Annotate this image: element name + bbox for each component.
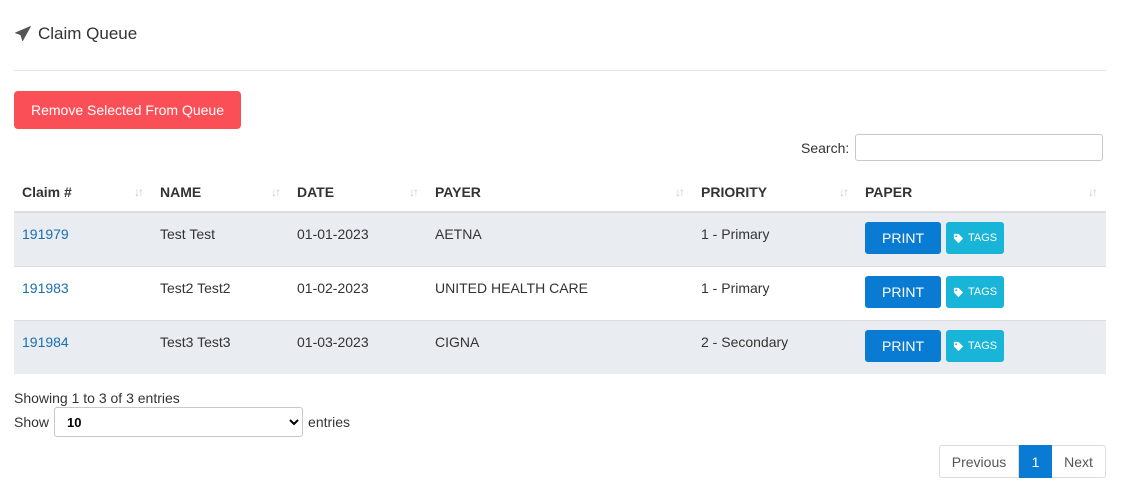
priority-cell: 1 - Primary [701, 280, 770, 296]
sort-icon: ↓↑ [134, 185, 144, 199]
sort-icon: ↓↑ [409, 185, 419, 199]
entries-label: entries [308, 414, 351, 430]
column-header-paper[interactable]: PAPER ↓↑ [857, 173, 1106, 213]
header-divider [14, 70, 1106, 71]
previous-page-button[interactable]: Previous [939, 445, 1019, 478]
search-label: Search: [801, 139, 850, 156]
column-header-name[interactable]: NAME ↓↑ [152, 173, 289, 213]
search-input[interactable] [855, 134, 1104, 161]
tags-button[interactable]: TAGS [946, 330, 1005, 362]
tags-button[interactable]: TAGS [946, 276, 1005, 308]
tag-icon [953, 341, 964, 351]
payer-cell: CIGNA [435, 334, 480, 350]
print-button[interactable]: PRINT [865, 276, 941, 308]
sort-icon: ↓↑ [1088, 185, 1098, 199]
column-header-priority[interactable]: PRIORITY ↓↑ [693, 173, 857, 213]
table-info: Showing 1 to 3 of 3 entries [14, 390, 180, 406]
column-header-payer[interactable]: PAYER ↓↑ [427, 173, 693, 213]
date-cell: 01-03-2023 [297, 334, 369, 350]
column-header-claim[interactable]: Claim # ↓↑ [14, 173, 152, 213]
payer-cell: AETNA [435, 226, 482, 242]
priority-cell: 1 - Primary [701, 226, 770, 242]
page-title: Claim Queue [38, 24, 138, 43]
name-cell: Test3 Test3 [160, 334, 231, 350]
table-row[interactable]: 191983 Test2 Test2 01-02-2023 UNITED HEA… [14, 266, 1106, 321]
name-cell: Test2 Test2 [160, 280, 231, 296]
tags-button[interactable]: TAGS [946, 222, 1005, 254]
table-row[interactable]: 191979 Test Test 01-01-2023 AETNA 1 - Pr… [14, 211, 1106, 267]
claim-link[interactable]: 191984 [22, 334, 69, 350]
print-button[interactable]: PRINT [865, 222, 941, 254]
page-size-group: Show 10 entries [14, 407, 350, 437]
sort-icon: ↓↑ [675, 185, 685, 199]
table-row[interactable]: 191984 Test3 Test3 01-03-2023 CIGNA 2 - … [14, 320, 1106, 374]
pagination: Previous 1 Next [939, 445, 1106, 478]
claim-link[interactable]: 191983 [22, 280, 69, 296]
column-header-date[interactable]: DATE ↓↑ [289, 173, 427, 213]
claims-table: Claim # ↓↑ NAME ↓↑ DATE ↓↑ PAYER ↓↑ PRIORITY… [14, 173, 1106, 374]
priority-cell: 2 - Secondary [701, 334, 789, 350]
show-label: Show [14, 414, 50, 430]
date-cell: 01-01-2023 [297, 226, 369, 242]
sort-icon: ↓↑ [839, 185, 849, 199]
next-page-button[interactable]: Next [1052, 445, 1106, 478]
claim-link[interactable]: 191979 [22, 226, 69, 242]
print-button[interactable]: PRINT [865, 330, 941, 362]
sort-icon: ↓↑ [271, 185, 281, 199]
table-header-row: Claim # ↓↑ NAME ↓↑ DATE ↓↑ PAYER ↓↑ PRIORITY… [14, 173, 1106, 213]
name-cell: Test Test [160, 226, 215, 242]
page-size-select[interactable]: 10 [54, 407, 304, 437]
date-cell: 01-02-2023 [297, 280, 369, 296]
payer-cell: UNITED HEALTH CARE [435, 280, 588, 296]
page-1-button[interactable]: 1 [1019, 445, 1052, 478]
page-header: Claim Queue [14, 24, 137, 44]
tag-icon [953, 233, 964, 243]
search-group: Search: [801, 134, 1104, 161]
remove-selected-button[interactable]: Remove Selected From Queue [14, 91, 241, 129]
tag-icon [953, 287, 964, 297]
paper-plane-icon [15, 26, 31, 42]
